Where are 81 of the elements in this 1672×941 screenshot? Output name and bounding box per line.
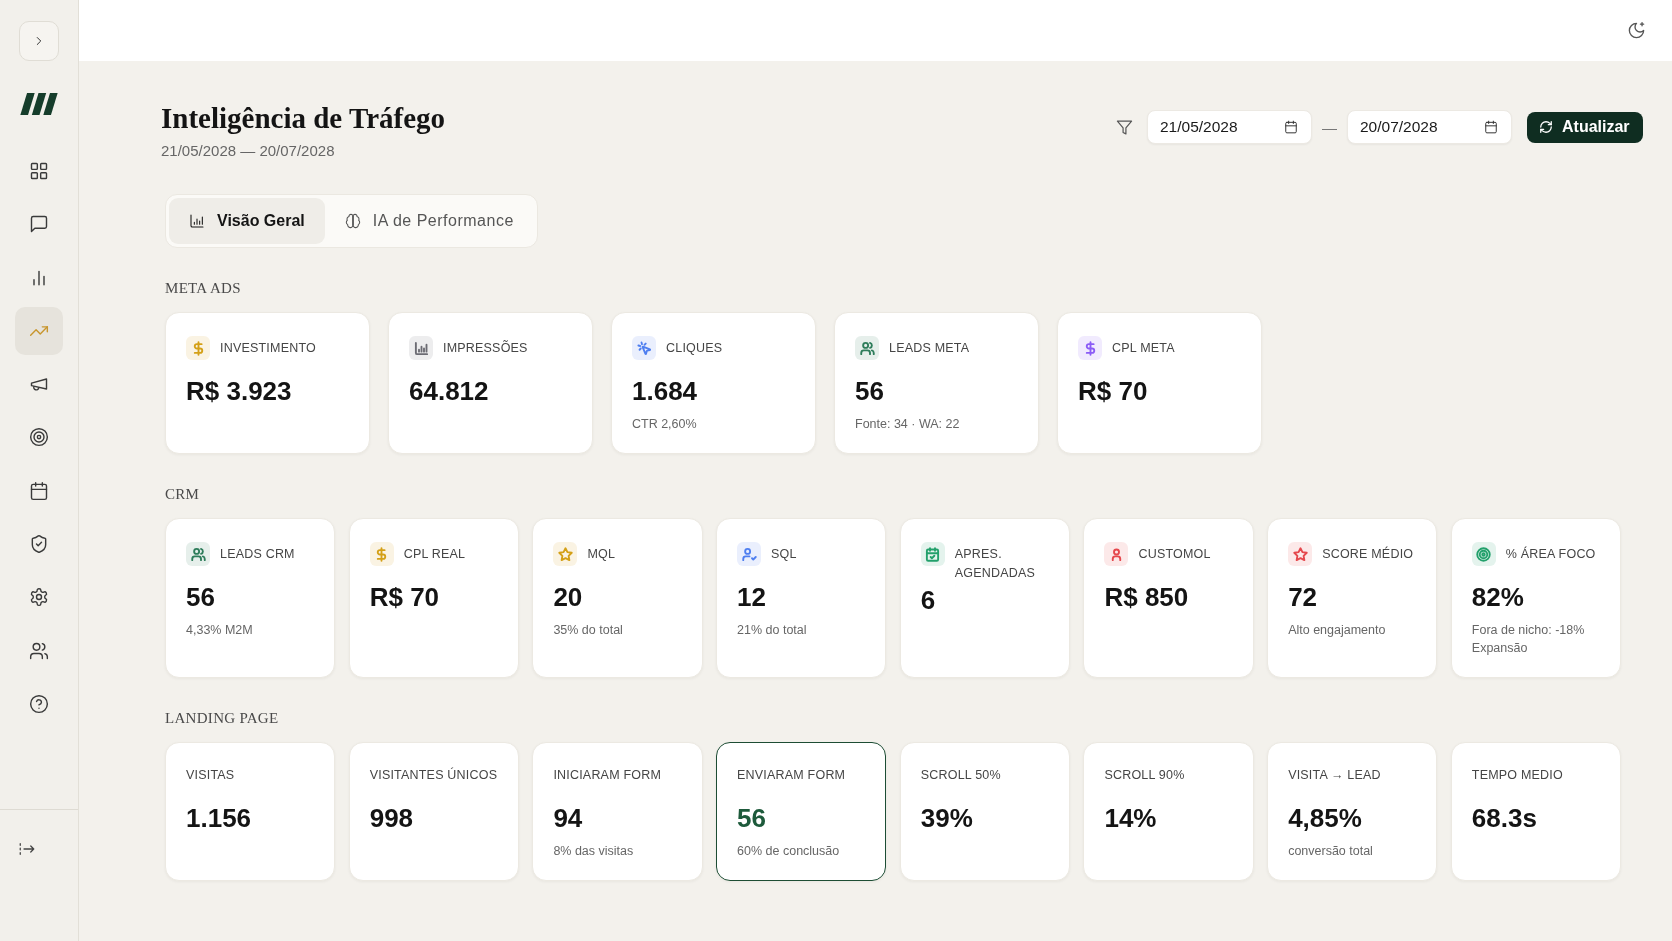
metric-note: 60% de conclusão bbox=[737, 843, 840, 860]
grid-icon bbox=[29, 161, 49, 181]
page-title: Inteligência de Tráfego bbox=[161, 101, 446, 135]
metric-note: conversão total bbox=[1288, 843, 1373, 860]
target-icon bbox=[29, 427, 49, 448]
metric-note: CTR 2,60% bbox=[632, 416, 697, 433]
metric-note: Alto engajamento bbox=[1288, 622, 1386, 639]
section-title: META ADS bbox=[165, 279, 242, 297]
date-range-subtitle: 21/05/2028 — 20/07/2028 bbox=[161, 142, 336, 160]
metric-note: 21% do total bbox=[737, 622, 807, 639]
metric-value: 4,85% bbox=[1288, 803, 1362, 833]
metric-label: IMPRESSÕES bbox=[443, 339, 528, 357]
shield-check-icon bbox=[29, 534, 49, 555]
refresh-icon bbox=[1539, 120, 1553, 134]
metric-label: SCROLL 90% bbox=[1104, 767, 1185, 784]
calendar-icon bbox=[29, 480, 49, 501]
metric-label: INVESTIMENTO bbox=[220, 339, 316, 357]
section-title: LANDING PAGE bbox=[165, 709, 280, 727]
chat-bubble-icon bbox=[29, 214, 49, 235]
metric-label: VISITANTES ÚNICOS bbox=[369, 766, 498, 784]
refresh-button[interactable]: Atualizar bbox=[1527, 111, 1643, 143]
metric-label: LEADS META bbox=[889, 339, 970, 357]
metric-value: R$ 70 bbox=[1078, 376, 1148, 406]
metric-label: VISITAS bbox=[186, 767, 235, 784]
tab[interactable]: IA de Performance bbox=[324, 198, 534, 244]
metric-note: Fonte: 34 · WA: 22 bbox=[855, 416, 960, 433]
metric-value: 1.156 bbox=[186, 803, 252, 833]
filter-icon[interactable] bbox=[1116, 118, 1133, 136]
metric-label: VISITA → LEAD bbox=[1288, 767, 1381, 784]
metric-value: 12 bbox=[737, 582, 766, 612]
bar-chart-icon bbox=[189, 213, 205, 229]
date-separator: — bbox=[1322, 118, 1337, 136]
metric-value: 72 bbox=[1288, 582, 1318, 612]
metric-value: 1.684 bbox=[632, 376, 698, 406]
metric-value: 20 bbox=[553, 582, 583, 612]
metric-label: LEADS CRM bbox=[220, 545, 295, 563]
metric-value: 14% bbox=[1104, 803, 1157, 833]
metric-value: R$ 850 bbox=[1104, 582, 1189, 612]
metric-note: 8% das visitas bbox=[553, 843, 634, 860]
metric-value: 998 bbox=[369, 803, 414, 833]
metric-label: MQL bbox=[587, 545, 616, 563]
metric-value: 56 bbox=[737, 803, 766, 833]
metric-label: ENVIARAM FORM bbox=[737, 767, 846, 784]
users-icon bbox=[29, 640, 49, 661]
moon-star-icon[interactable] bbox=[1627, 21, 1646, 40]
calendar-icon[interactable] bbox=[1284, 120, 1298, 134]
metric-value: 82% bbox=[1471, 582, 1524, 612]
metric-value: 64.812 bbox=[409, 376, 489, 406]
metric-label: APRES. AGENDADAS bbox=[954, 545, 1037, 582]
logo bbox=[20, 93, 58, 115]
metric-value: R$ 3.923 bbox=[186, 376, 292, 406]
section-title: CRM bbox=[165, 485, 201, 503]
date-field[interactable]: 20/07/2028 bbox=[1347, 110, 1512, 144]
metric-value: 6 bbox=[920, 584, 936, 615]
metric-label: SCROLL 50% bbox=[920, 767, 1001, 784]
metric-label: CLIQUES bbox=[666, 339, 723, 357]
calendar-icon[interactable] bbox=[1484, 120, 1498, 134]
metric-note: 4,33% M2M bbox=[186, 622, 253, 639]
metric-value: 39% bbox=[920, 803, 973, 833]
date-field[interactable]: 21/05/2028 bbox=[1147, 110, 1312, 144]
brain-icon bbox=[344, 213, 361, 229]
metric-value: 56 bbox=[855, 376, 884, 406]
help-icon bbox=[29, 693, 49, 714]
metric-value: 68.3s bbox=[1471, 803, 1537, 833]
metric-value: R$ 70 bbox=[369, 582, 440, 612]
metric-value: 56 bbox=[186, 582, 215, 612]
metric-label: CPL META bbox=[1112, 339, 1175, 357]
metric-label: CPL REAL bbox=[403, 545, 466, 563]
metric-label: TEMPO MEDIO bbox=[1471, 767, 1563, 784]
logout-button[interactable] bbox=[18, 840, 36, 858]
arrow-right-icon bbox=[18, 840, 36, 858]
metric-label: SCORE MÉDIO bbox=[1322, 545, 1414, 563]
tab[interactable]: Visão Geral bbox=[169, 198, 325, 244]
metric-note: Fora de nicho: -18% Expansão bbox=[1471, 622, 1586, 657]
metric-label: SQL bbox=[771, 545, 797, 563]
metric-label: INICIARAM FORM bbox=[553, 767, 662, 784]
metric-value: 94 bbox=[553, 803, 583, 833]
metric-note: 35% do total bbox=[553, 622, 623, 639]
metric-label: % ÁREA FOCO bbox=[1505, 545, 1596, 563]
settings-icon bbox=[29, 587, 49, 608]
metric-label: CUSTOMOL bbox=[1138, 545, 1211, 563]
